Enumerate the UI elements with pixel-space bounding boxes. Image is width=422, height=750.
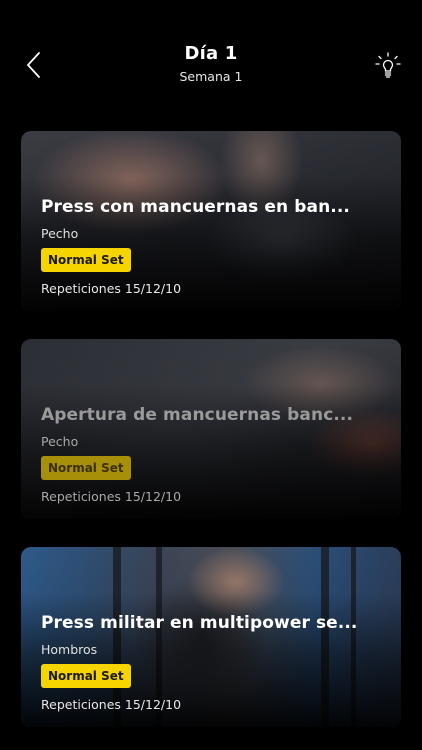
set-type-badge: Normal Set — [41, 456, 131, 480]
set-type-badge: Normal Set — [41, 248, 131, 272]
exercise-name: Press con mancuernas en ban... — [41, 197, 350, 217]
page-title: Día 1 — [184, 43, 238, 64]
header: Día 1 Semana 1 — [0, 0, 422, 110]
repetitions: Repeticiones 15/12/10 — [41, 489, 182, 504]
tips-button[interactable] — [374, 51, 402, 81]
muscle-group: Hombros — [41, 642, 98, 657]
lightbulb-icon — [375, 52, 401, 78]
workout-day-screen: Día 1 Semana 1 Press con mancuernas en b… — [0, 0, 422, 750]
repetitions: Repeticiones 15/12/10 — [41, 281, 182, 296]
exercise-card[interactable]: Press militar en multipower se... Hombro… — [21, 547, 401, 727]
repetitions: Repeticiones 15/12/10 — [41, 697, 182, 712]
page-subtitle: Semana 1 — [179, 69, 243, 84]
exercise-name: Apertura de mancuernas banc... — [41, 405, 354, 425]
exercise-card[interactable]: Press con mancuernas en ban... Pecho Nor… — [21, 131, 401, 311]
exercise-name: Press militar en multipower se... — [41, 613, 358, 633]
set-type-badge: Normal Set — [41, 664, 131, 688]
muscle-group: Pecho — [41, 434, 79, 449]
muscle-group: Pecho — [41, 226, 79, 241]
exercise-card[interactable]: Apertura de mancuernas banc... Pecho Nor… — [21, 339, 401, 519]
